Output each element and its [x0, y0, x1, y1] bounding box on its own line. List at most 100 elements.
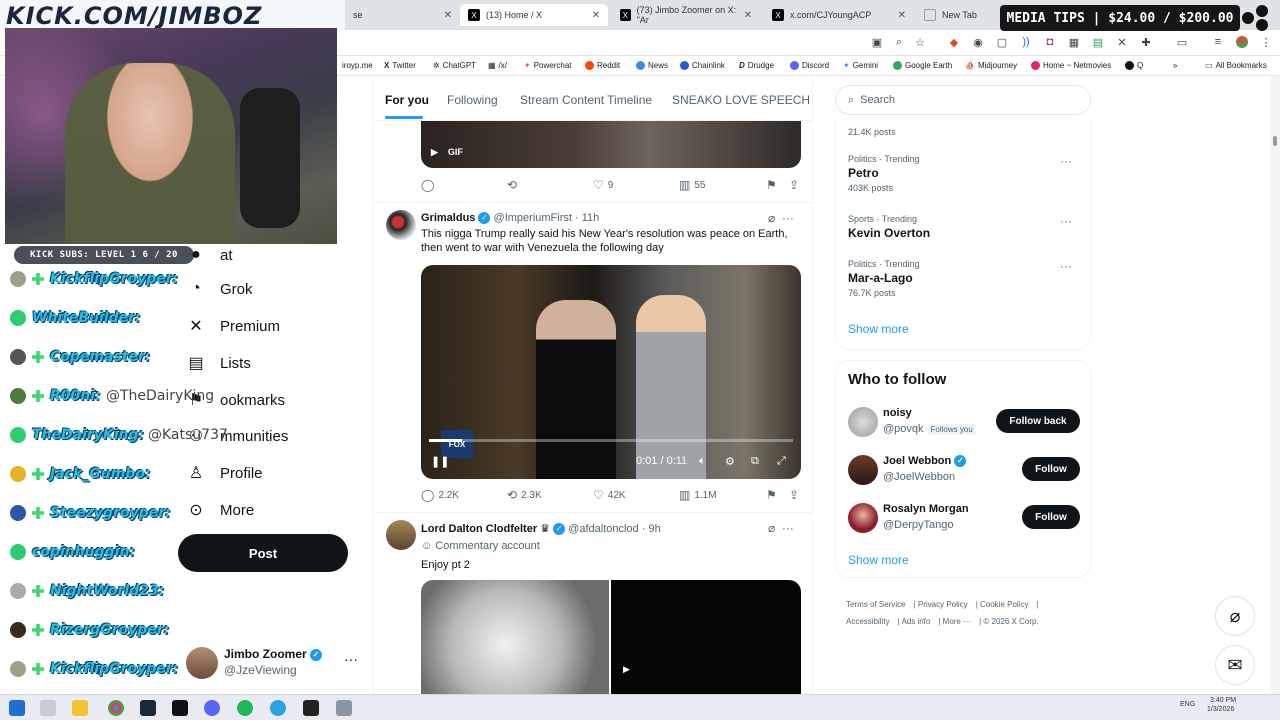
nav-profile[interactable]: ♙ Profile: [186, 458, 263, 488]
chat-username[interactable]: NightWorld23:: [50, 583, 164, 599]
extension-shield-icon[interactable]: ◉: [972, 36, 984, 49]
grok-icon[interactable]: ⌀: [768, 521, 775, 535]
chat-username[interactable]: Copemaster:: [50, 349, 150, 365]
author-name[interactable]: Grimaldus: [421, 212, 475, 224]
chat-username[interactable]: WhiteBuilder:: [32, 310, 141, 326]
star-icon[interactable]: ☆: [914, 36, 926, 49]
chat-username[interactable]: copinhuggin:: [32, 544, 135, 560]
pause-icon[interactable]: ❚❚: [431, 455, 449, 468]
footer-link[interactable]: Ads info: [901, 617, 930, 626]
post-time[interactable]: 11h: [582, 212, 600, 224]
trend-item[interactable]: Sports · Trending Kevin Overton ···: [848, 214, 1078, 243]
more-options-icon[interactable]: ···: [1060, 259, 1072, 273]
nav-lists[interactable]: ▤ Lists: [186, 348, 250, 378]
bookmark-news[interactable]: News: [636, 61, 668, 70]
play-icon[interactable]: ▶: [431, 147, 438, 158]
volume-icon[interactable]: 🔈︎: [699, 455, 706, 468]
zoom-icon[interactable]: ⌕: [893, 36, 905, 48]
scrollbar-thumb[interactable]: [1273, 136, 1277, 146]
trend-item[interactable]: Politics · Trending Mar-a-Lago 76.7K pos…: [848, 259, 1078, 298]
chat-username[interactable]: KickflipGroyper:: [50, 661, 178, 677]
browser-tab-home[interactable]: X (13) Home / X ✕: [460, 4, 608, 26]
extension-icon[interactable]: ▢: [996, 36, 1008, 49]
tab-sneako[interactable]: SNEAKO LOVE SPEECH: [672, 93, 810, 107]
grok-icon[interactable]: ⌀: [768, 211, 775, 225]
terminal-icon[interactable]: [172, 700, 188, 716]
media-video[interactable]: ▶: [611, 580, 801, 694]
sidebar-icon[interactable]: ▭: [1176, 36, 1188, 49]
views-button[interactable]: ▥ 1.1M: [679, 488, 717, 502]
chat-username[interactable]: R00ni:: [50, 388, 101, 404]
bookmark-button[interactable]: ⚑: [766, 178, 777, 192]
video-scrubber[interactable]: [429, 439, 793, 442]
pip-icon[interactable]: ⧉: [751, 455, 759, 468]
close-icon[interactable]: ✕: [592, 10, 600, 21]
repost-button[interactable]: ⟲ 2.3K: [507, 488, 542, 502]
follow-back-button[interactable]: Follow back: [996, 409, 1080, 433]
language-indicator[interactable]: ENG: [1180, 701, 1195, 708]
tab-stream-content[interactable]: Stream Content Timeline: [520, 93, 652, 107]
browser-tab-cjyoung[interactable]: X x.com/CJYoungACP ✕: [764, 4, 914, 26]
views-button[interactable]: ▥ 55: [679, 178, 705, 192]
repost-button[interactable]: ⟲: [507, 178, 521, 192]
reply-button[interactable]: ◯ 2.2K: [421, 488, 459, 502]
extension-x-icon[interactable]: ✕: [1116, 36, 1128, 49]
post-media-grid[interactable]: ▶: [421, 580, 801, 694]
chat-username[interactable]: Jack_Gumbo:: [50, 466, 151, 482]
bookmark-all[interactable]: ▭ All Bookmarks: [1205, 61, 1267, 70]
cast-icon[interactable]: ▣: [871, 36, 883, 49]
page-scrollbar[interactable]: [1270, 76, 1280, 694]
fullscreen-icon[interactable]: ⤢: [777, 455, 786, 468]
spotify-icon[interactable]: [237, 700, 253, 716]
menu-kebab-icon[interactable]: ⋮: [1260, 36, 1272, 49]
nav-more[interactable]: ⊙ More: [186, 495, 254, 525]
like-button[interactable]: ♡ 42K: [593, 488, 626, 502]
play-icon[interactable]: ▶: [623, 664, 630, 675]
trends-show-more[interactable]: Show more: [848, 322, 909, 336]
author-handle[interactable]: @ImperiumFirst: [494, 212, 572, 224]
extensions-puzzle-icon[interactable]: ✚: [1140, 36, 1152, 49]
chat-username[interactable]: RizergGroyper:: [50, 622, 169, 638]
follow-button[interactable]: Follow: [1022, 457, 1080, 481]
more-options-icon[interactable]: ···: [782, 211, 794, 225]
follow-button[interactable]: Follow: [1022, 505, 1080, 529]
footer-link[interactable]: Accessibility: [846, 617, 890, 626]
more-options-icon[interactable]: ···: [1060, 154, 1072, 168]
close-icon[interactable]: ✕: [898, 10, 906, 21]
author-handle[interactable]: @afdaltonclod: [568, 523, 639, 535]
bookmark-google-earth[interactable]: Google Earth: [893, 61, 952, 70]
avatar[interactable]: [386, 520, 416, 550]
chrome-icon[interactable]: [108, 700, 124, 716]
post-time[interactable]: 9h: [648, 523, 660, 535]
footer-link[interactable]: Terms of Service: [846, 600, 906, 609]
share-button[interactable]: ⇪: [789, 178, 799, 192]
extension-fox-icon[interactable]: ◆: [948, 36, 960, 49]
bookmark-chatgpt[interactable]: ✲ ChatGPT: [433, 61, 476, 70]
gif-media[interactable]: ▶ GIF: [421, 121, 801, 168]
bookmark-powerchat[interactable]: ✦ Powerchat: [524, 61, 572, 70]
app-icon[interactable]: [336, 700, 352, 716]
share-button[interactable]: ⇪: [789, 488, 799, 502]
video-player[interactable]: FOX ❚❚ 0:01 / 0:11 🔈︎ ⚙ ⧉ ⤢: [421, 265, 801, 479]
chat-username[interactable]: TheDairyKing:: [32, 427, 144, 443]
bookmark-gemini[interactable]: ✦ Gemini: [843, 61, 878, 70]
tab-for-you[interactable]: For you: [385, 93, 429, 107]
chat-username[interactable]: KickflipGroyper:: [50, 271, 178, 287]
footer-link[interactable]: Privacy Policy: [918, 600, 968, 609]
downloads-icon[interactable]: ≡: [1212, 36, 1224, 48]
clock-date[interactable]: 1/3/2026: [1207, 706, 1234, 713]
close-icon[interactable]: ✕: [744, 10, 752, 21]
chevron-right-icon[interactable]: »: [1173, 61, 1177, 70]
messages-fab-button[interactable]: ✉: [1215, 645, 1255, 685]
author-name[interactable]: Lord Dalton Clodfelter: [421, 523, 537, 535]
chat-username[interactable]: Steezygroyper:: [50, 505, 171, 521]
extension-grid-icon[interactable]: ▦: [1068, 36, 1080, 49]
browser-tab-partial[interactable]: se ✕: [345, 4, 460, 26]
search-input[interactable]: ⌕ Search: [835, 85, 1091, 115]
reply-button[interactable]: ◯: [421, 178, 438, 192]
avatar[interactable]: [386, 210, 416, 240]
more-options-icon[interactable]: ···: [344, 651, 358, 667]
task-view-icon[interactable]: [40, 700, 56, 716]
follow-suggestion[interactable]: Joel Webbon ✓ @JoelWebbon Follow: [848, 453, 1080, 489]
footer-link[interactable]: More ···: [943, 617, 971, 626]
